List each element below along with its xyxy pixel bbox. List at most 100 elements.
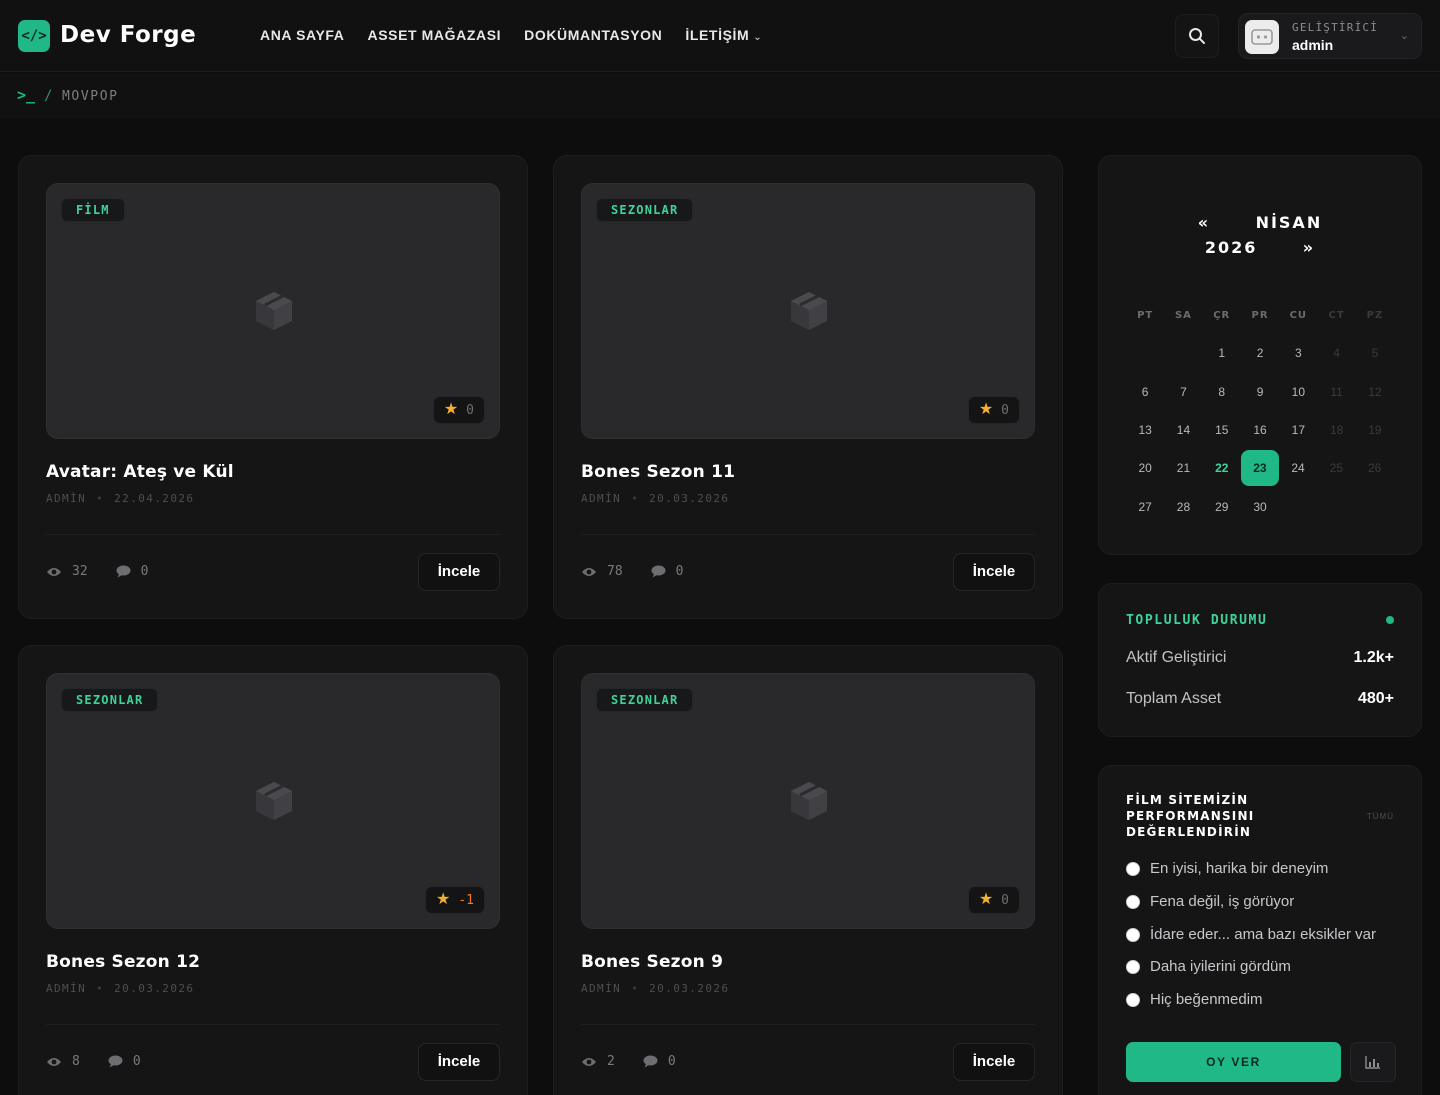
calendar-day[interactable]: 25 xyxy=(1317,461,1355,475)
calendar-day[interactable]: 14 xyxy=(1164,423,1202,437)
card-thumbnail[interactable]: SEZONLAR ★ 0 xyxy=(581,183,1035,439)
stat-value: 480+ xyxy=(1357,690,1394,707)
poll-option[interactable]: Fena değil, iş görüyor xyxy=(1126,893,1294,910)
calendar-day[interactable]: 22 xyxy=(1203,461,1241,475)
eye-icon xyxy=(47,1057,61,1066)
calendar-header: « NİSAN 2026 » xyxy=(1099,210,1421,260)
category-badge: SEZONLAR xyxy=(61,688,159,712)
vote-button[interactable]: OY VER xyxy=(1126,1042,1341,1082)
card-thumbnail[interactable]: SEZONLAR ★ -1 xyxy=(46,673,500,929)
review-button[interactable]: İncele xyxy=(953,1043,1035,1081)
divider xyxy=(581,1024,1035,1025)
poll-title: FİLM SİTEMİZİN PERFORMANSINI DEĞERLENDİR… xyxy=(1126,793,1255,839)
cube-placeholder-icon xyxy=(256,782,292,820)
card-thumbnail[interactable]: FİLM ★ 0 xyxy=(46,183,500,439)
views-count: 78 xyxy=(607,564,623,579)
calendar-day[interactable]: 26 xyxy=(1355,461,1393,475)
calendar-week: 6 7 8 9 10 11 12 xyxy=(1126,373,1426,411)
calendar-day[interactable]: 7 xyxy=(1164,385,1202,399)
stat-label: Aktif Geliştirici xyxy=(1126,649,1227,666)
logo-code-icon[interactable]: </> xyxy=(18,20,50,52)
calendar-day[interactable]: 4 xyxy=(1317,346,1355,360)
calendar-day[interactable]: 8 xyxy=(1203,385,1241,399)
poll-option[interactable]: En iyisi, harika bir deneyim xyxy=(1126,860,1328,877)
calendar-day[interactable]: 18 xyxy=(1317,423,1355,437)
calendar-day[interactable]: 10 xyxy=(1279,385,1317,399)
calendar-weekdays: PT SA ÇR PR CU CT PZ xyxy=(1126,296,1426,334)
radio-button[interactable] xyxy=(1126,894,1140,909)
content-card: SEZONLAR ★ 0 Bones Sezon 11 ADMİN • 20.03.… xyxy=(553,155,1063,619)
calendar-day[interactable]: 20 xyxy=(1126,461,1164,475)
robot-icon xyxy=(1251,29,1273,45)
comments-count: 0 xyxy=(132,1054,141,1069)
calendar-day[interactable]: 28 xyxy=(1164,500,1202,514)
calendar-day[interactable]: 6 xyxy=(1126,385,1164,399)
calendar-day[interactable]: 16 xyxy=(1241,423,1279,437)
nav-docs[interactable]: DOKÜMANTASYON xyxy=(524,27,662,43)
poll-option-label: İdare eder... ama bazı eksikler var xyxy=(1150,926,1376,943)
card-title[interactable]: Bones Sezon 12 xyxy=(46,952,200,972)
user-role: GELİŞTİRİCİ xyxy=(1292,21,1379,34)
calendar-day[interactable]: 12 xyxy=(1356,385,1394,399)
review-button[interactable]: İncele xyxy=(418,553,500,591)
nav-asset-store[interactable]: ASSET MAĞAZASI xyxy=(368,27,502,43)
divider xyxy=(46,1024,500,1025)
radio-button[interactable] xyxy=(1126,861,1140,876)
chevron-down-icon: ⌄ xyxy=(753,32,763,43)
calendar-next-button[interactable]: » xyxy=(1303,238,1315,257)
community-title: TOPLULUK DURUMU xyxy=(1126,613,1268,628)
comments-count: 0 xyxy=(140,564,149,579)
calendar-day[interactable]: 19 xyxy=(1356,423,1394,437)
poll-option[interactable]: Hiç beğenmedim xyxy=(1126,991,1263,1008)
meta-dot: • xyxy=(96,982,105,995)
calendar-day[interactable]: 9 xyxy=(1241,385,1279,399)
calendar-day[interactable]: 29 xyxy=(1203,500,1241,514)
brand-name[interactable]: Dev Forge xyxy=(60,22,196,48)
poll-all-link[interactable]: TÜMÜ xyxy=(1367,812,1394,821)
card-meta: ADMİN • 20.03.2026 xyxy=(581,492,729,505)
calendar-day[interactable]: 30 xyxy=(1241,500,1279,514)
eye-icon xyxy=(47,567,61,576)
terminal-prompt-icon[interactable]: >_ xyxy=(17,86,35,104)
card-title[interactable]: Bones Sezon 11 xyxy=(581,462,735,482)
radio-button[interactable] xyxy=(1126,927,1140,942)
calendar-day[interactable]: 5 xyxy=(1356,346,1394,360)
calendar-day[interactable]: 11 xyxy=(1317,385,1355,399)
search-button[interactable] xyxy=(1175,14,1219,58)
calendar-day[interactable]: 21 xyxy=(1164,461,1202,475)
calendar-day[interactable]: 23 xyxy=(1240,450,1279,487)
card-title[interactable]: Avatar: Ateş ve Kül xyxy=(46,462,234,482)
comment-icon xyxy=(108,1055,123,1068)
calendar-prev-button[interactable]: « xyxy=(1198,213,1210,232)
poll-results-button[interactable] xyxy=(1350,1042,1396,1082)
calendar-weekday: PT xyxy=(1137,309,1154,321)
cube-placeholder-icon xyxy=(791,782,827,820)
comment-icon xyxy=(116,565,131,578)
radio-button[interactable] xyxy=(1126,992,1140,1007)
poll-option[interactable]: Daha iyilerini gördüm xyxy=(1126,958,1291,975)
nav-contact[interactable]: İLETİŞİM ⌄ xyxy=(685,27,762,43)
rating-value: -1 xyxy=(458,892,474,908)
calendar-day[interactable]: 1 xyxy=(1203,346,1241,360)
calendar-day[interactable]: 15 xyxy=(1203,423,1241,437)
calendar-day[interactable]: 2 xyxy=(1241,346,1279,360)
card-thumbnail[interactable]: SEZONLAR ★ 0 xyxy=(581,673,1035,929)
calendar-day[interactable]: 24 xyxy=(1279,461,1317,475)
views-count: 8 xyxy=(72,1054,80,1069)
calendar-day[interactable]: 3 xyxy=(1279,346,1317,360)
divider xyxy=(46,534,500,535)
review-button[interactable]: İncele xyxy=(418,1043,500,1081)
card-date: 22.04.2026 xyxy=(114,492,195,505)
poll-panel: FİLM SİTEMİZİN PERFORMANSINI DEĞERLENDİR… xyxy=(1098,765,1422,1095)
user-menu[interactable]: GELİŞTİRİCİ admin ⌄ xyxy=(1238,13,1422,59)
nav-home[interactable]: ANA SAYFA xyxy=(260,27,345,43)
review-button[interactable]: İncele xyxy=(953,553,1035,591)
calendar-day[interactable]: 27 xyxy=(1126,500,1164,514)
calendar-day[interactable]: 13 xyxy=(1126,423,1164,437)
community-status-panel: TOPLULUK DURUMU Aktif Geliştirici 1.2k+ … xyxy=(1098,583,1422,737)
card-title[interactable]: Bones Sezon 9 xyxy=(581,952,723,972)
calendar-day[interactable]: 17 xyxy=(1279,423,1317,437)
radio-button[interactable] xyxy=(1126,959,1140,974)
content-card: SEZONLAR ★ 0 Bones Sezon 9 ADMİN • 20.03.2… xyxy=(553,645,1063,1095)
poll-option[interactable]: İdare eder... ama bazı eksikler var xyxy=(1126,926,1376,943)
